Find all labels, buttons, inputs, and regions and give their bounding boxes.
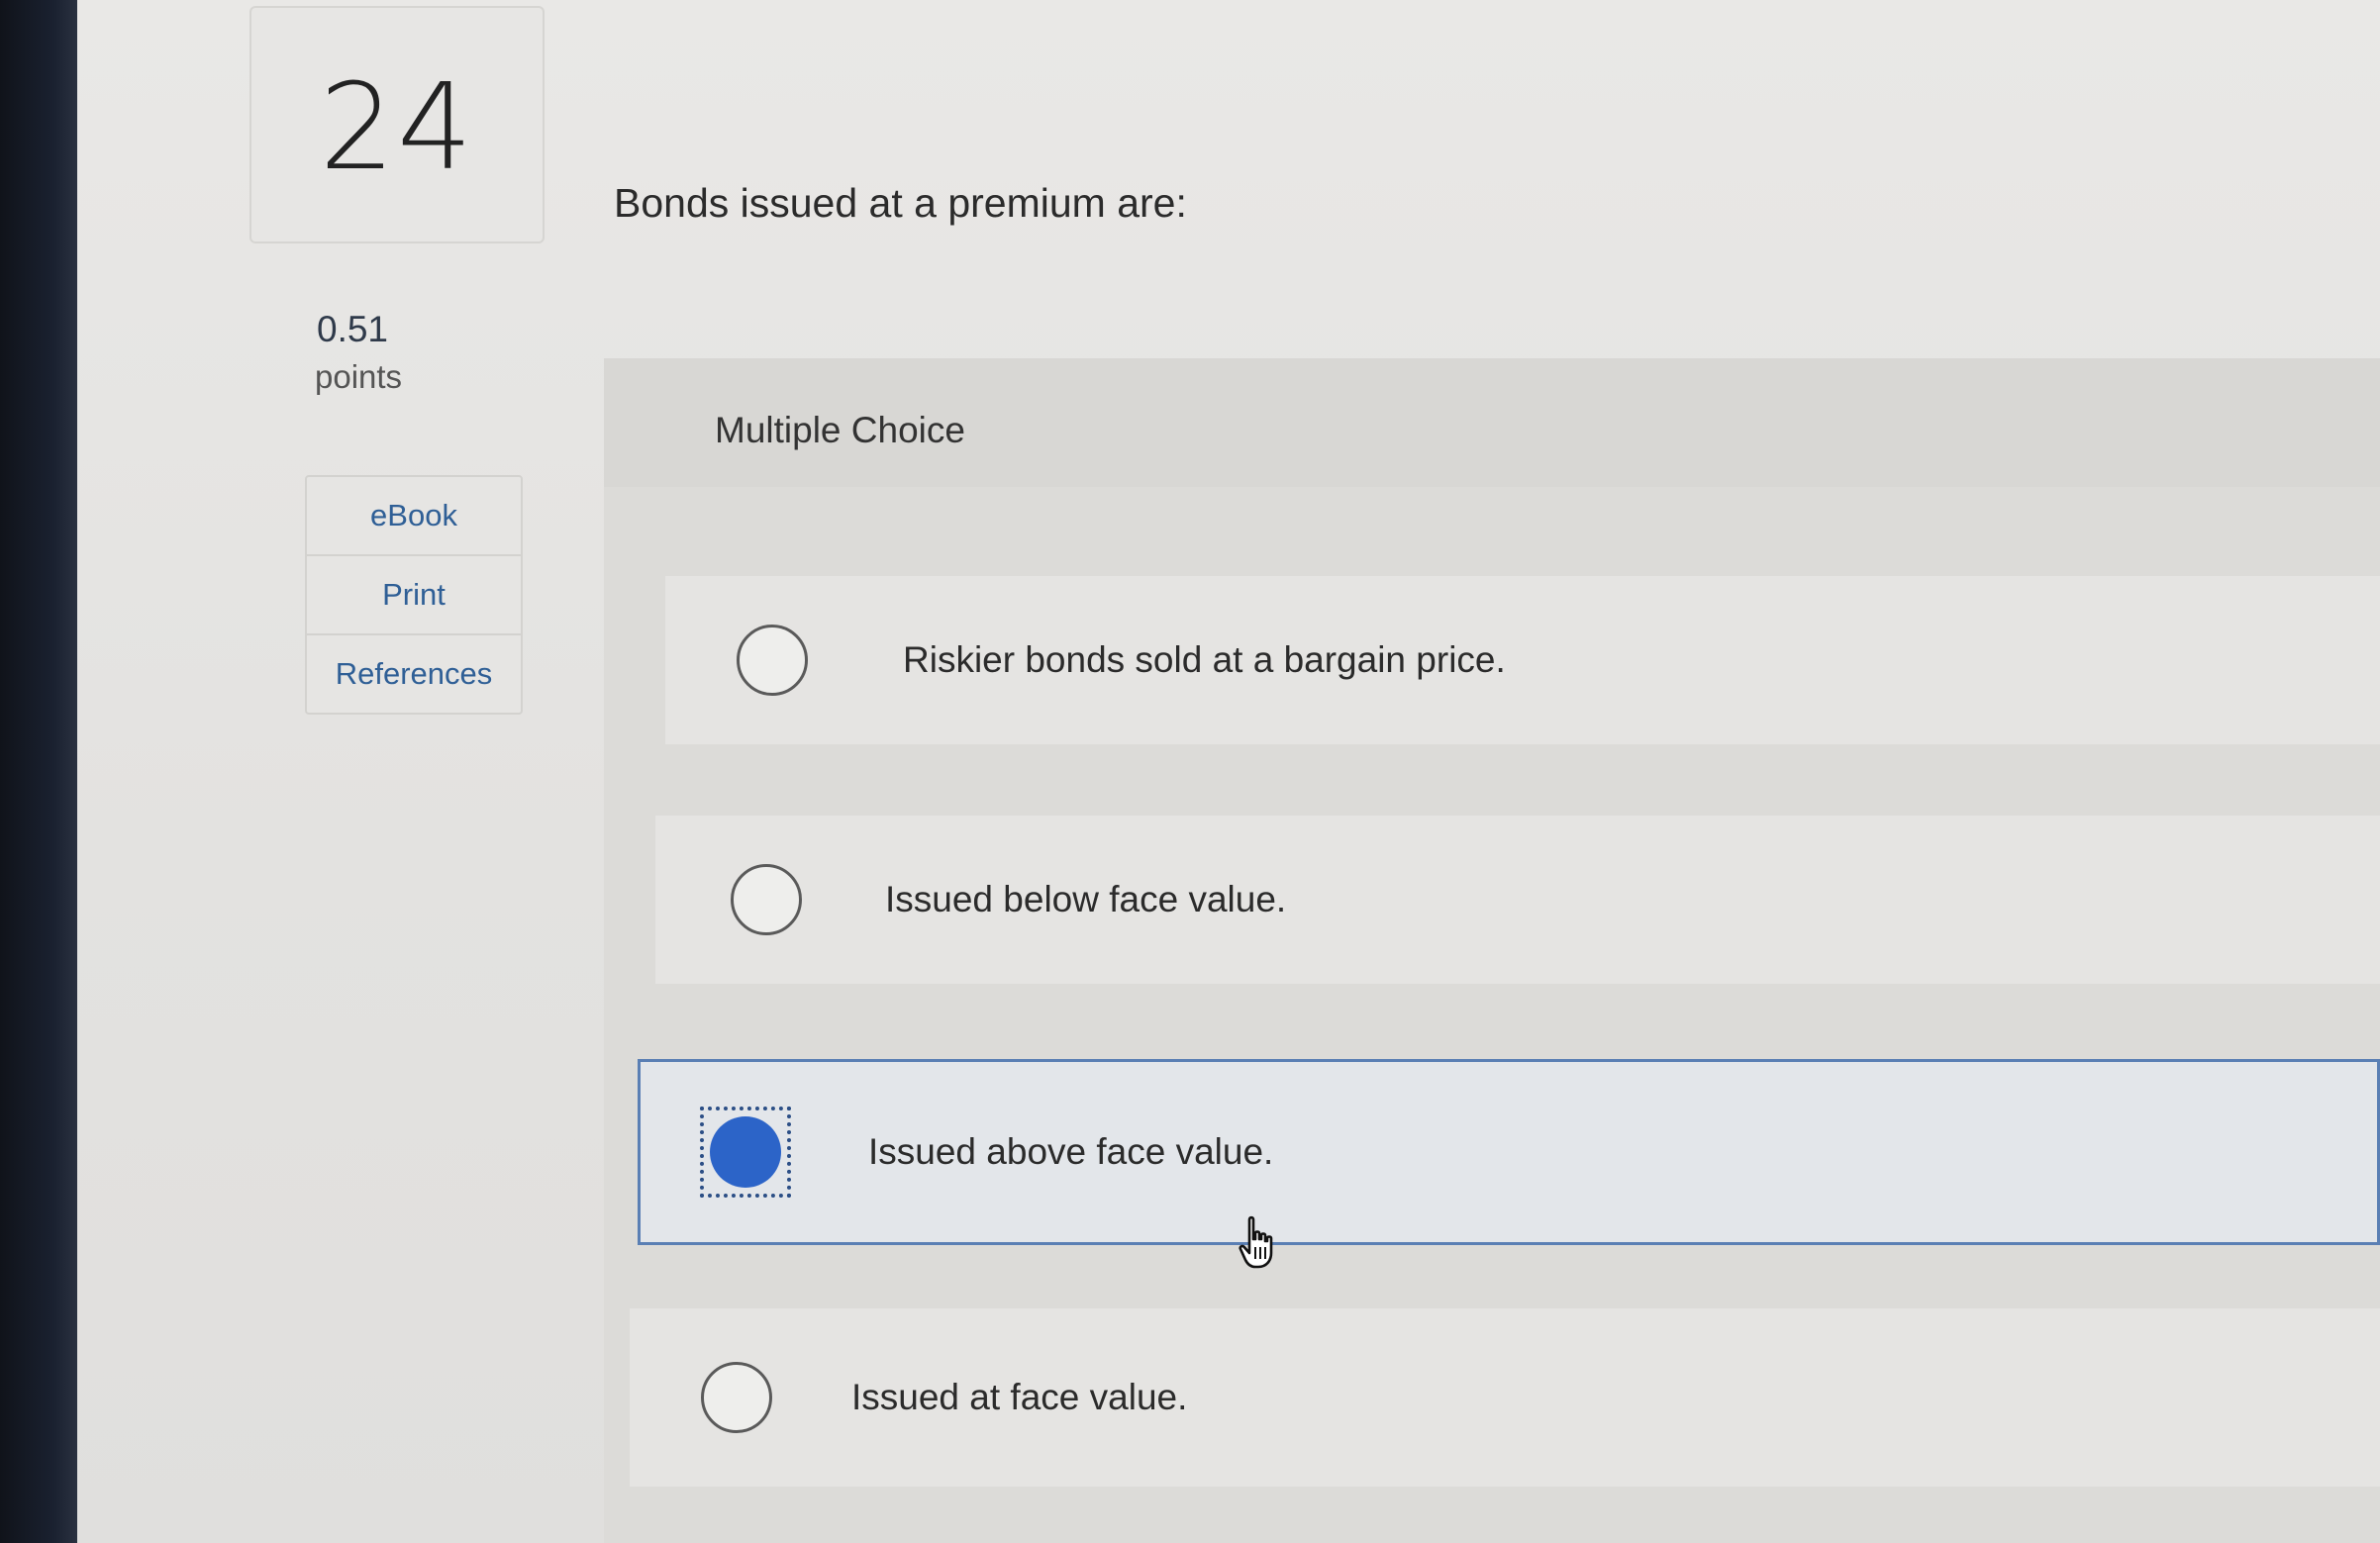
answer-option-label: Issued below face value. [885, 879, 1287, 919]
answer-option-label: Riskier bonds sold at a bargain price. [903, 639, 1506, 680]
answer-option-selected[interactable]: Issued above face value. [638, 1059, 2380, 1245]
question-text: Bonds issued at a premium are: [614, 180, 1187, 226]
answer-option-label: Issued at face value. [851, 1377, 1188, 1417]
radio-focus-ring[interactable] [700, 1107, 791, 1198]
ebook-link[interactable]: eBook [307, 477, 521, 556]
points-value: 0.51 [317, 309, 389, 349]
radio-checked-icon [710, 1116, 781, 1188]
print-link[interactable]: Print [307, 556, 521, 635]
question-number-box: 24 [249, 6, 545, 243]
hand-pointer-icon [1239, 1215, 1273, 1269]
answer-option[interactable]: Issued at face value. [630, 1308, 2380, 1487]
monitor-bezel [0, 0, 77, 1543]
points-label: points [315, 358, 403, 395]
radio-unchecked-icon[interactable] [731, 864, 802, 935]
question-type-label: Multiple Choice [715, 410, 965, 450]
question-number: 24 [319, 59, 475, 197]
radio-unchecked-icon[interactable] [737, 625, 808, 696]
answer-panel-header: Multiple Choice [604, 358, 2380, 487]
side-tools: eBook Print References [305, 475, 523, 715]
references-link[interactable]: References [307, 635, 521, 713]
answer-option[interactable]: Issued below face value. [655, 816, 2380, 984]
radio-unchecked-icon[interactable] [701, 1362, 772, 1433]
answer-option[interactable]: Riskier bonds sold at a bargain price. [665, 576, 2380, 744]
answer-panel: Multiple Choice Riskier bonds sold at a … [604, 358, 2380, 1543]
answer-option-label: Issued above face value. [868, 1131, 1274, 1172]
